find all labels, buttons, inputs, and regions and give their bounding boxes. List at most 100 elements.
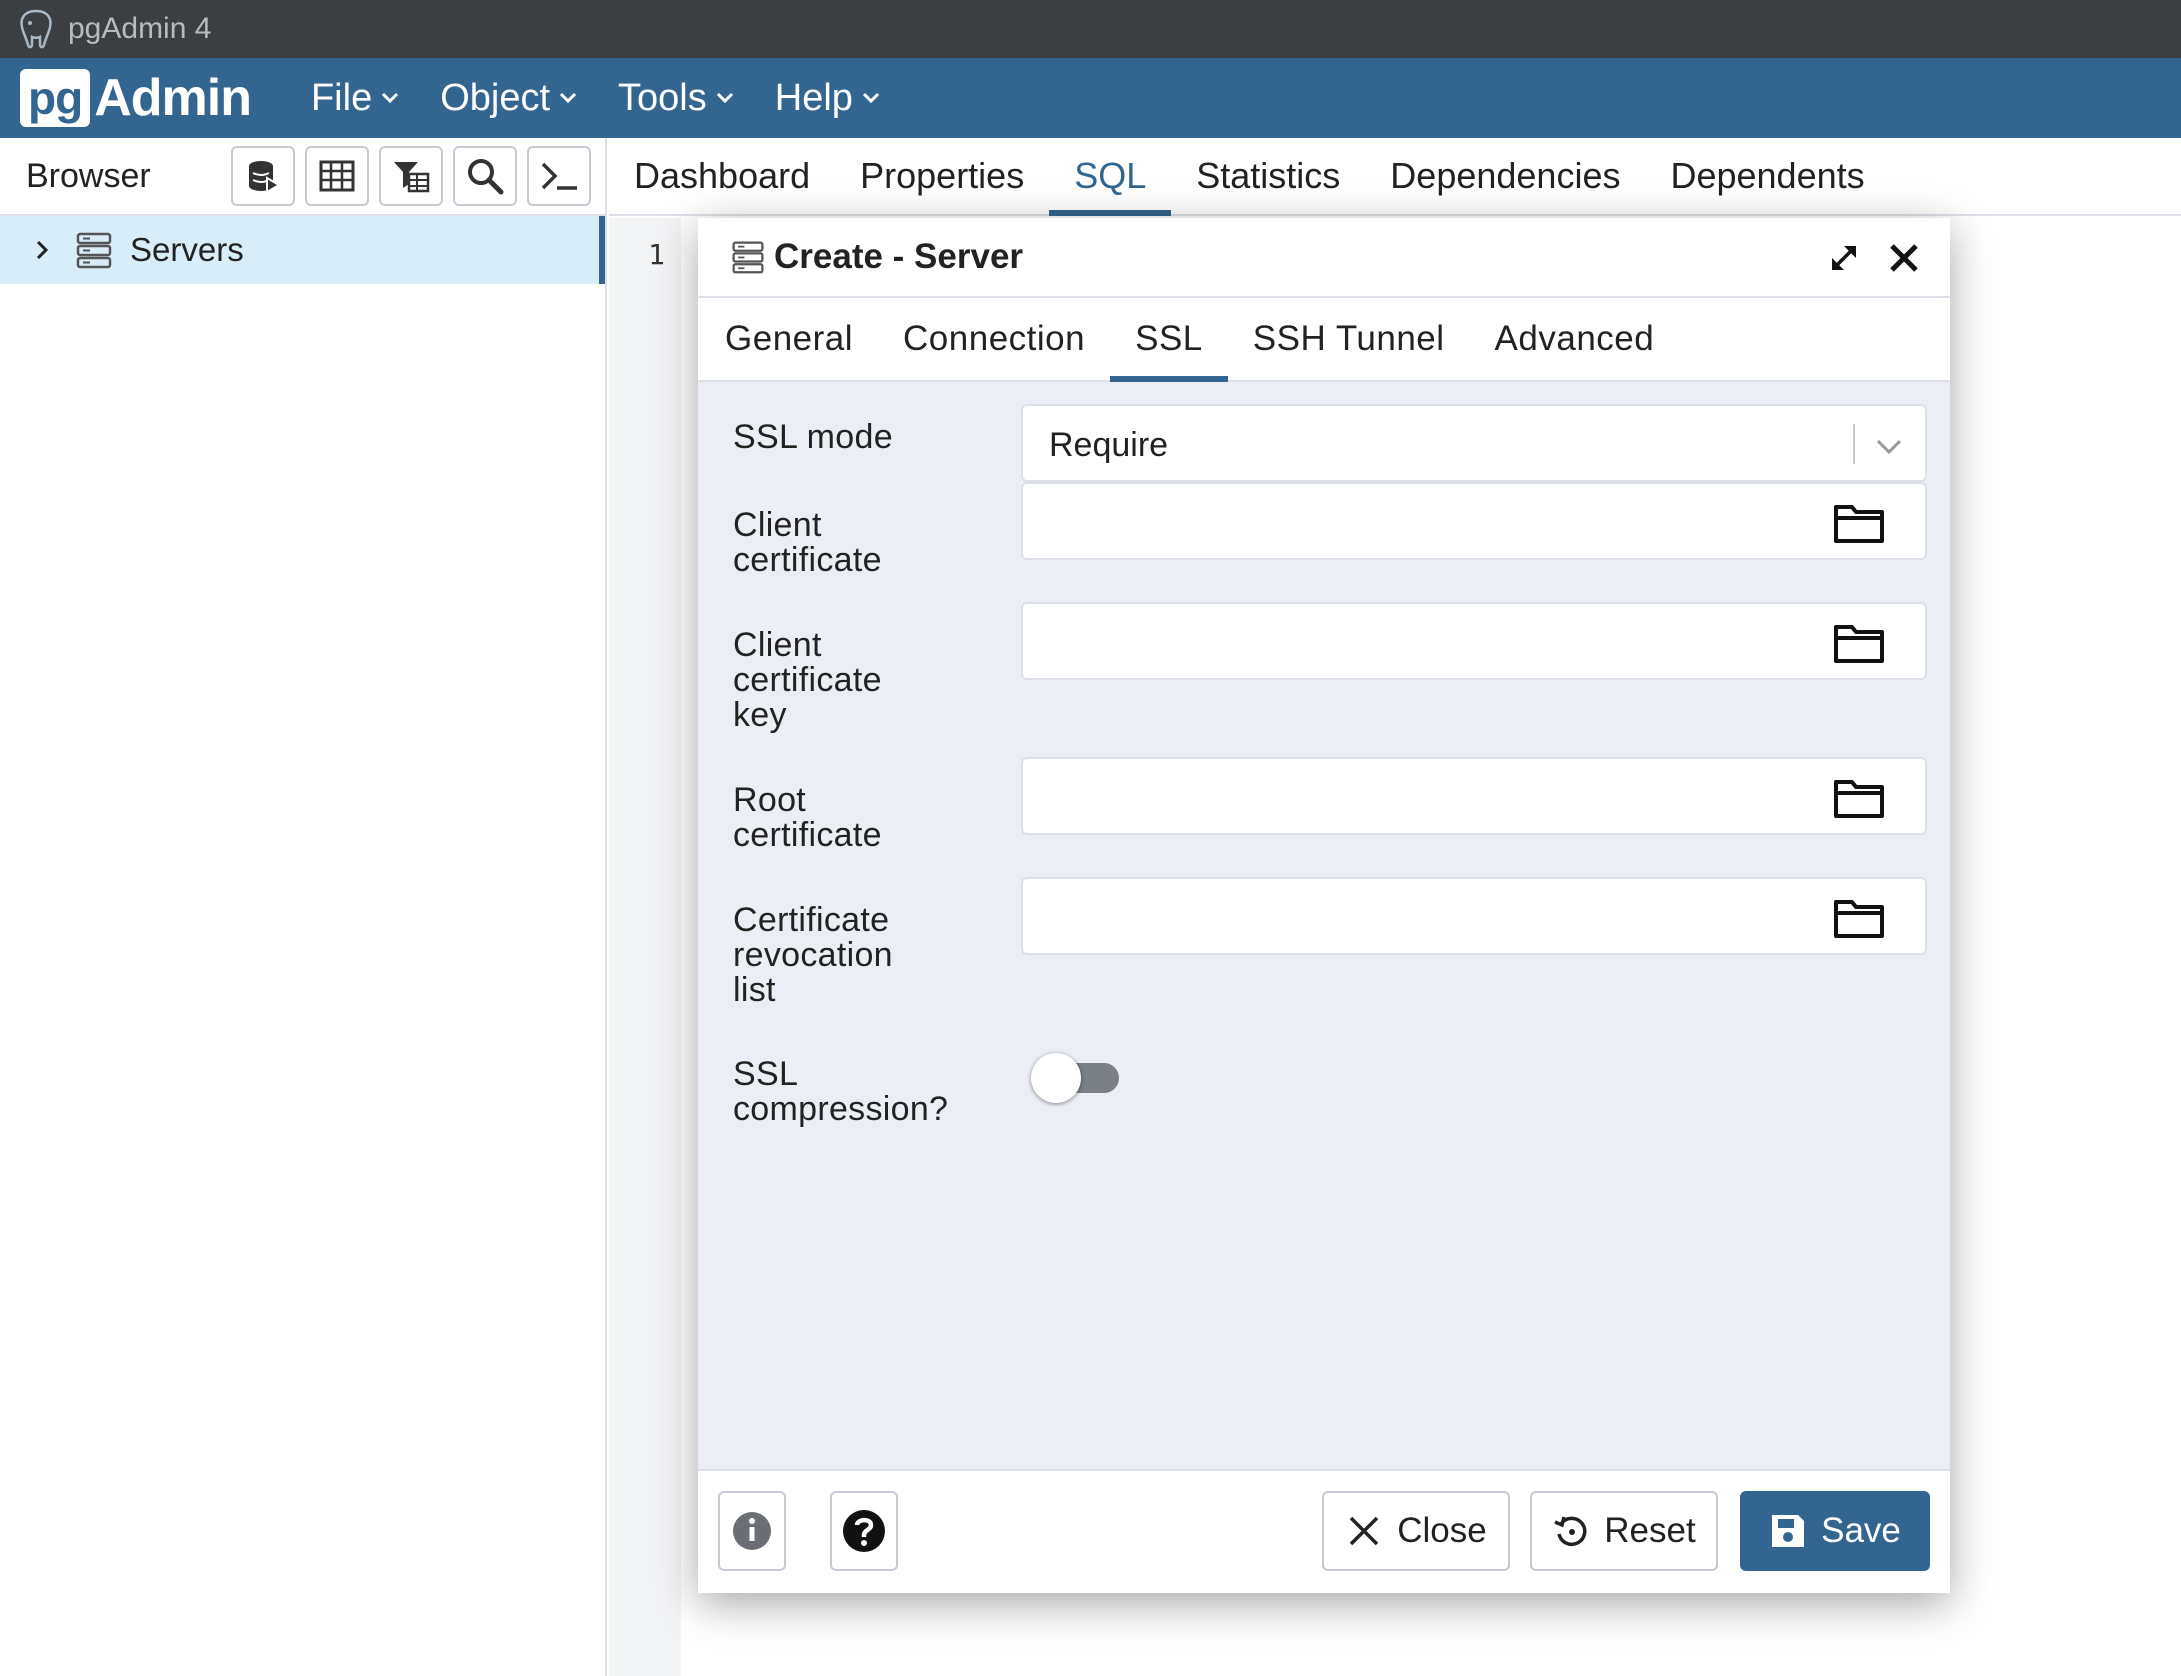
search-objects-button[interactable] bbox=[453, 146, 517, 206]
ssl-mode-select[interactable]: Require bbox=[1021, 404, 1927, 482]
close-icon bbox=[1350, 1516, 1379, 1546]
dialog-header: Create - Server bbox=[698, 218, 1950, 298]
tab-sql[interactable]: SQL bbox=[1049, 138, 1172, 216]
maximize-icon[interactable] bbox=[1826, 240, 1862, 276]
reset-button[interactable]: Reset bbox=[1530, 1491, 1718, 1571]
folder-icon[interactable] bbox=[1833, 897, 1885, 939]
menu-bar: pg Admin File Object Tools Help bbox=[0, 58, 2181, 138]
close-button-label: Close bbox=[1397, 1511, 1487, 1550]
menu-object[interactable]: Object bbox=[440, 77, 578, 120]
main-tabs: Dashboard Properties SQL Statistics Depe… bbox=[609, 138, 2181, 216]
close-icon[interactable] bbox=[1886, 240, 1922, 276]
folder-icon[interactable] bbox=[1833, 622, 1885, 664]
menu-file[interactable]: File bbox=[311, 77, 400, 120]
tab-advanced[interactable]: Advanced bbox=[1470, 298, 1680, 380]
root-certificate-label: Root certificate bbox=[733, 783, 1003, 853]
psql-tool-button[interactable] bbox=[527, 146, 591, 206]
tab-dashboard[interactable]: Dashboard bbox=[609, 138, 835, 214]
ssl-compression-toggle[interactable] bbox=[1031, 1051, 1123, 1103]
chevron-down-icon bbox=[559, 92, 577, 104]
label-line: revocation bbox=[733, 936, 893, 974]
label-line: compression? bbox=[733, 1090, 949, 1128]
reset-icon bbox=[1554, 1516, 1587, 1547]
toggle-knob bbox=[1031, 1053, 1081, 1103]
tree-item-servers[interactable]: Servers bbox=[0, 216, 605, 284]
info-icon bbox=[733, 1512, 771, 1550]
pgadmin-elephant-icon bbox=[20, 9, 52, 49]
save-button[interactable]: Save bbox=[1740, 1491, 1930, 1571]
close-button[interactable]: Close bbox=[1322, 1491, 1510, 1571]
view-data-button[interactable] bbox=[305, 146, 369, 206]
view-data-icon bbox=[319, 160, 355, 192]
menu-tools-label: Tools bbox=[618, 76, 707, 119]
browser-title: Browser bbox=[26, 156, 151, 195]
window-titlebar: pgAdmin 4 bbox=[0, 0, 2181, 58]
dialog-body: SSL mode Require Client certificate Clie… bbox=[698, 382, 1950, 1469]
menu-file-label: File bbox=[310, 76, 373, 119]
tab-connection[interactable]: Connection bbox=[878, 298, 1110, 380]
tab-general[interactable]: General bbox=[700, 298, 878, 380]
label-line: list bbox=[733, 971, 776, 1009]
dialog-title: Create - Server bbox=[774, 237, 1024, 276]
logo-pg: pg bbox=[20, 69, 91, 127]
label-line: Client bbox=[733, 506, 822, 544]
chevron-down-icon bbox=[716, 92, 733, 104]
client-certificate-input[interactable] bbox=[1021, 482, 1927, 560]
pgadmin-logo: pg Admin bbox=[20, 68, 252, 128]
ssl-compression-label: SSL compression? bbox=[733, 1057, 1003, 1127]
tab-properties[interactable]: Properties bbox=[835, 138, 1049, 214]
logo-admin: Admin bbox=[94, 69, 252, 127]
dialog-footer: Close Reset Save bbox=[698, 1469, 1950, 1593]
chevron-right-icon[interactable] bbox=[30, 238, 54, 262]
label-line: certificate bbox=[733, 661, 882, 699]
tab-dependencies[interactable]: Dependencies bbox=[1365, 138, 1645, 214]
save-icon bbox=[1772, 1515, 1805, 1547]
client-certificate-label: Client certificate bbox=[733, 508, 1003, 578]
tab-ssh-tunnel[interactable]: SSH Tunnel bbox=[1228, 298, 1470, 380]
filtered-rows-icon bbox=[394, 162, 430, 193]
server-icon bbox=[732, 241, 764, 274]
label-line: certificate bbox=[733, 816, 882, 854]
label-line: SSL bbox=[733, 1055, 799, 1093]
dialog-tabs: General Connection SSL SSH Tunnel Advanc… bbox=[698, 298, 1950, 382]
client-certificate-key-input[interactable] bbox=[1021, 602, 1927, 680]
ssl-mode-value: Require bbox=[1049, 426, 1169, 464]
chevron-down-icon bbox=[382, 92, 399, 104]
tree-item-label: Servers bbox=[130, 231, 244, 268]
chevron-down-icon[interactable] bbox=[1873, 430, 1905, 462]
label-line: Client bbox=[733, 626, 822, 664]
menu-help[interactable]: Help bbox=[775, 77, 881, 120]
menu-help-label: Help bbox=[774, 76, 853, 119]
reset-button-label: Reset bbox=[1604, 1511, 1696, 1550]
tab-statistics[interactable]: Statistics bbox=[1171, 138, 1365, 214]
line-number: 1 bbox=[648, 238, 665, 271]
label-line: key bbox=[733, 696, 787, 734]
query-tool-button[interactable] bbox=[231, 146, 295, 206]
help-button[interactable] bbox=[830, 1491, 898, 1571]
crl-input[interactable] bbox=[1021, 877, 1927, 955]
help-icon bbox=[843, 1510, 885, 1552]
search-icon bbox=[468, 159, 504, 195]
terminal-icon bbox=[541, 162, 577, 190]
filtered-rows-button[interactable] bbox=[379, 146, 443, 206]
query-tool-icon bbox=[249, 161, 281, 194]
select-separator bbox=[1853, 424, 1855, 464]
label-line: Root bbox=[733, 781, 807, 819]
folder-icon[interactable] bbox=[1833, 777, 1885, 819]
folder-icon[interactable] bbox=[1833, 502, 1885, 544]
ssl-mode-label: SSL mode bbox=[733, 418, 893, 456]
save-button-label: Save bbox=[1821, 1511, 1901, 1550]
server-group-icon bbox=[76, 232, 112, 269]
line-gutter: 1 bbox=[609, 218, 681, 1676]
crl-label: Certificate revocation list bbox=[733, 903, 1003, 1008]
tab-dependents[interactable]: Dependents bbox=[1645, 138, 1889, 214]
label-line: certificate bbox=[733, 541, 882, 579]
info-button[interactable] bbox=[718, 1491, 786, 1571]
menu-object-label: Object bbox=[440, 76, 551, 119]
browser-header: Browser bbox=[0, 138, 605, 216]
create-server-dialog: Create - Server General Connection SSL S… bbox=[698, 218, 1950, 1593]
menu-tools[interactable]: Tools bbox=[618, 77, 735, 120]
tab-ssl[interactable]: SSL bbox=[1110, 298, 1228, 382]
client-certificate-key-label: Client certificate key bbox=[733, 628, 1003, 733]
root-certificate-input[interactable] bbox=[1021, 757, 1927, 835]
